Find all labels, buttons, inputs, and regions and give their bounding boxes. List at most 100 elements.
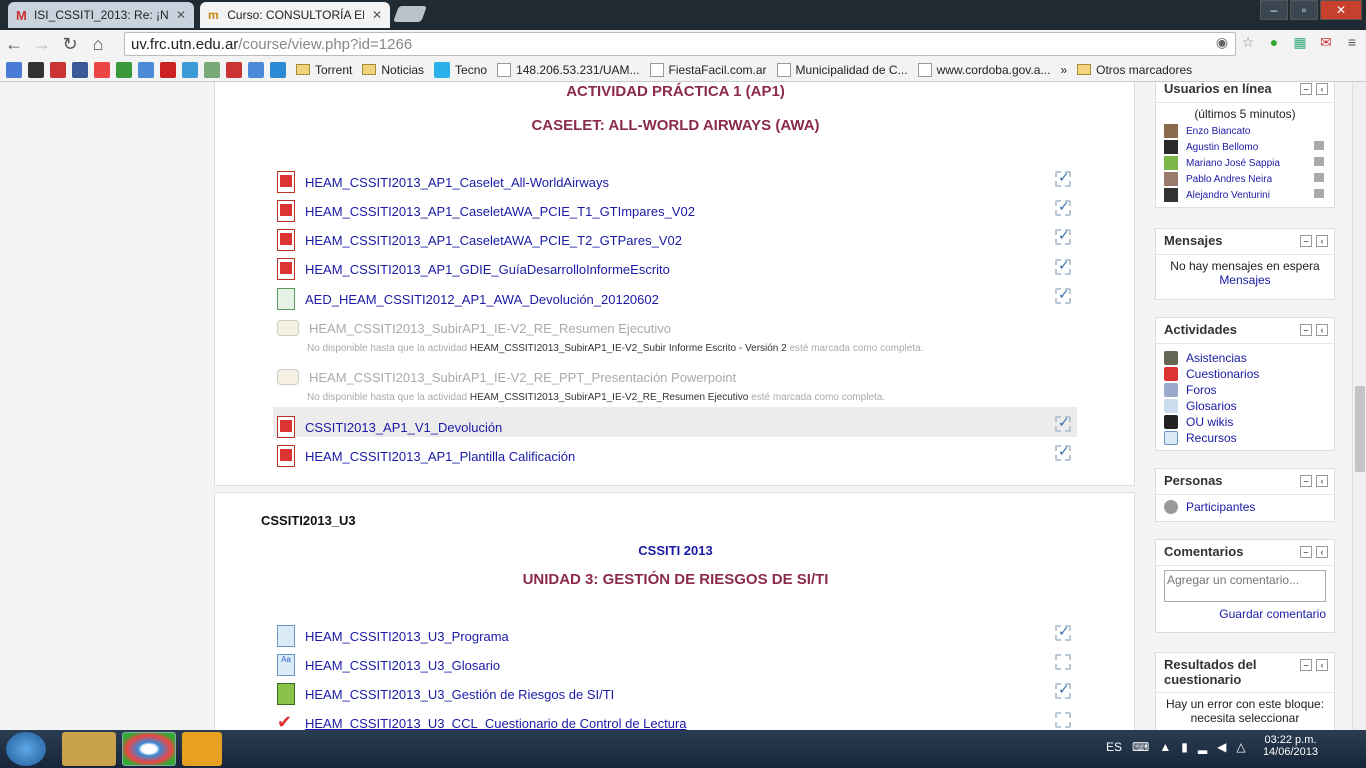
maps-icon[interactable] bbox=[204, 61, 220, 78]
keyboard-icon[interactable]: ⌨ bbox=[1132, 740, 1149, 754]
media-player-icon[interactable] bbox=[182, 732, 222, 766]
bookmark-torrent[interactable]: Torrent bbox=[296, 63, 352, 77]
message-icon[interactable] bbox=[1314, 173, 1324, 182]
network-icon[interactable]: ▂ bbox=[1198, 740, 1207, 754]
user-link[interactable]: Agustin Bellomo bbox=[1164, 139, 1326, 155]
dock-icon[interactable]: ‹ bbox=[1316, 546, 1328, 558]
completion-checkbox[interactable] bbox=[1055, 712, 1071, 728]
bookmark-icon[interactable] bbox=[226, 61, 242, 78]
back-icon[interactable]: ← bbox=[0, 34, 28, 55]
dock-icon[interactable]: ‹ bbox=[1316, 83, 1328, 95]
messages-link[interactable]: Mensajes bbox=[1164, 273, 1326, 287]
activity-link-recursos[interactable]: Recursos bbox=[1164, 430, 1326, 446]
bookmark-otros[interactable]: Otros marcadores bbox=[1077, 63, 1192, 77]
windows-icon[interactable] bbox=[94, 61, 110, 78]
dock-icon[interactable]: ‹ bbox=[1316, 475, 1328, 487]
google-icon[interactable] bbox=[6, 61, 22, 78]
show-hidden-icons[interactable]: ▲ bbox=[1159, 740, 1171, 754]
completion-checkbox[interactable] bbox=[1055, 654, 1071, 670]
save-comment-link[interactable]: Guardar comentario bbox=[1164, 607, 1326, 621]
chrome-icon[interactable] bbox=[122, 732, 176, 766]
participants-link[interactable]: Participantes bbox=[1164, 499, 1326, 515]
resource-link[interactable]: HEAM_CSSITI2013_AP1_Caselet_All-WorldAir… bbox=[277, 169, 609, 195]
explorer-icon[interactable] bbox=[62, 732, 116, 766]
collapse-icon[interactable]: – bbox=[1300, 324, 1312, 336]
collapse-icon[interactable]: – bbox=[1300, 659, 1312, 671]
tab-gmail[interactable]: M ISI_CSSITI_2013: Re: ¡Notifi ✕ bbox=[8, 2, 194, 28]
user-link[interactable]: Enzo Biancato bbox=[1164, 123, 1326, 139]
clock[interactable]: 03:22 p.m. 14/06/2013 bbox=[1263, 734, 1318, 758]
message-icon[interactable] bbox=[1314, 189, 1324, 198]
bookmarks-overflow-button[interactable]: » bbox=[1060, 63, 1067, 77]
gmail-icon[interactable] bbox=[50, 61, 66, 78]
completion-checkbox[interactable] bbox=[1055, 443, 1071, 461]
maximize-button[interactable]: ▫ bbox=[1290, 0, 1318, 20]
resource-link[interactable]: Aa HEAM_CSSITI2013_U3_Glosario bbox=[277, 652, 500, 678]
vimeo-icon[interactable] bbox=[270, 61, 286, 78]
menu-icon[interactable]: ≡ bbox=[1342, 34, 1362, 51]
activity-link-wikis[interactable]: OU wikis bbox=[1164, 414, 1326, 430]
play-store-icon[interactable] bbox=[182, 61, 198, 78]
collapse-icon[interactable]: – bbox=[1300, 475, 1312, 487]
youtube-icon[interactable] bbox=[160, 61, 176, 78]
comment-input[interactable] bbox=[1164, 570, 1326, 602]
drive-icon[interactable]: △ bbox=[1236, 740, 1245, 754]
bookmark-cordoba[interactable]: www.cordoba.gov.a... bbox=[917, 62, 1050, 77]
message-icon[interactable] bbox=[1314, 157, 1324, 166]
completion-checkbox[interactable] bbox=[1055, 286, 1071, 304]
extension-icon[interactable]: ▦ bbox=[1290, 34, 1310, 51]
translate-icon[interactable] bbox=[248, 61, 264, 78]
page-scrollbar[interactable] bbox=[1352, 82, 1366, 730]
volume-icon[interactable]: ◀ bbox=[1217, 740, 1226, 754]
bookmark-municipalidad[interactable]: Municipalidad de C... bbox=[776, 62, 908, 77]
address-bar[interactable]: uv.frc.utn.edu.ar/course/view.php?id=126… bbox=[124, 32, 1236, 56]
resource-link[interactable]: CSSITI2013_AP1_V1_Devolución bbox=[277, 414, 502, 440]
completion-checkbox[interactable] bbox=[1055, 198, 1071, 216]
activity-link-asistencias[interactable]: Asistencias bbox=[1164, 350, 1326, 366]
completion-checkbox[interactable] bbox=[1055, 227, 1071, 245]
resource-link[interactable]: HEAM_CSSITI2013_U3_Gestión de Riesgos de… bbox=[277, 681, 614, 707]
close-tab-icon[interactable]: ✕ bbox=[372, 8, 382, 22]
bookmark-tecno[interactable]: Tecno bbox=[434, 61, 487, 78]
start-button[interactable] bbox=[6, 732, 46, 766]
completion-checkbox[interactable] bbox=[1055, 169, 1071, 187]
resource-link[interactable]: HEAM_CSSITI2013_AP1_Plantilla Calificaci… bbox=[277, 443, 575, 469]
user-link[interactable]: Pablo Andres Neira bbox=[1164, 171, 1326, 187]
mail-checker-icon[interactable]: ✉ bbox=[1316, 34, 1336, 51]
completion-checkbox[interactable] bbox=[1055, 414, 1071, 432]
dropbox-icon[interactable] bbox=[138, 61, 154, 78]
battery-icon[interactable]: ▮ bbox=[1181, 740, 1188, 754]
completion-checkbox[interactable] bbox=[1055, 681, 1071, 699]
completion-checkbox[interactable] bbox=[1055, 623, 1071, 641]
resource-link[interactable]: HEAM_CSSITI2013_AP1_CaseletAWA_PCIE_T1_G… bbox=[277, 198, 695, 224]
resource-link[interactable]: HEAM_CSSITI2013_U3_Programa bbox=[277, 623, 509, 649]
collapse-icon[interactable]: – bbox=[1300, 83, 1312, 95]
bookmark-uam[interactable]: 148.206.53.231/UAM... bbox=[497, 62, 640, 77]
message-icon[interactable] bbox=[1314, 141, 1324, 150]
home-icon[interactable]: ⌂ bbox=[84, 34, 112, 55]
dock-icon[interactable]: ‹ bbox=[1316, 324, 1328, 336]
bookmark-fiestafacil[interactable]: FiestaFacil.com.ar bbox=[649, 62, 767, 77]
dock-icon[interactable]: ‹ bbox=[1316, 659, 1328, 671]
activity-link-foros[interactable]: Foros bbox=[1164, 382, 1326, 398]
resource-link[interactable]: AED_HEAM_CSSITI2012_AP1_AWA_Devolución_2… bbox=[277, 286, 659, 312]
activity-link-glosarios[interactable]: Glosarios bbox=[1164, 398, 1326, 414]
activity-link-cuestionarios[interactable]: Cuestionarios bbox=[1164, 366, 1326, 382]
resource-link[interactable]: HEAM_CSSITI2013_AP1_CaseletAWA_PCIE_T2_G… bbox=[277, 227, 682, 253]
facebook-icon[interactable] bbox=[72, 61, 88, 78]
scrollbar-thumb[interactable] bbox=[1355, 386, 1365, 472]
forward-icon[interactable]: → bbox=[28, 34, 56, 55]
resource-link[interactable]: HEAM_CSSITI2013_AP1_GDIE_GuíaDesarrolloI… bbox=[277, 256, 670, 282]
bookmark-noticias[interactable]: Noticias bbox=[362, 63, 424, 77]
close-tab-icon[interactable]: ✕ bbox=[176, 8, 186, 22]
user-link[interactable]: Alejandro Venturini bbox=[1164, 187, 1326, 203]
language-indicator[interactable]: ES bbox=[1106, 740, 1122, 754]
tab-course[interactable]: m Curso: CONSULTORÍA EN ✕ bbox=[200, 2, 390, 28]
resource-link[interactable]: ✔ HEAM_CSSITI2013_U3_CCL_Cuestionario de … bbox=[277, 710, 687, 730]
completion-checkbox[interactable] bbox=[1055, 257, 1071, 275]
collapse-icon[interactable]: – bbox=[1300, 546, 1312, 558]
star-icon[interactable]: ☆ bbox=[1238, 34, 1258, 51]
drive-icon[interactable] bbox=[116, 61, 132, 78]
user-link[interactable]: Mariano José Sappia bbox=[1164, 155, 1326, 171]
minimize-button[interactable]: – bbox=[1260, 0, 1288, 20]
